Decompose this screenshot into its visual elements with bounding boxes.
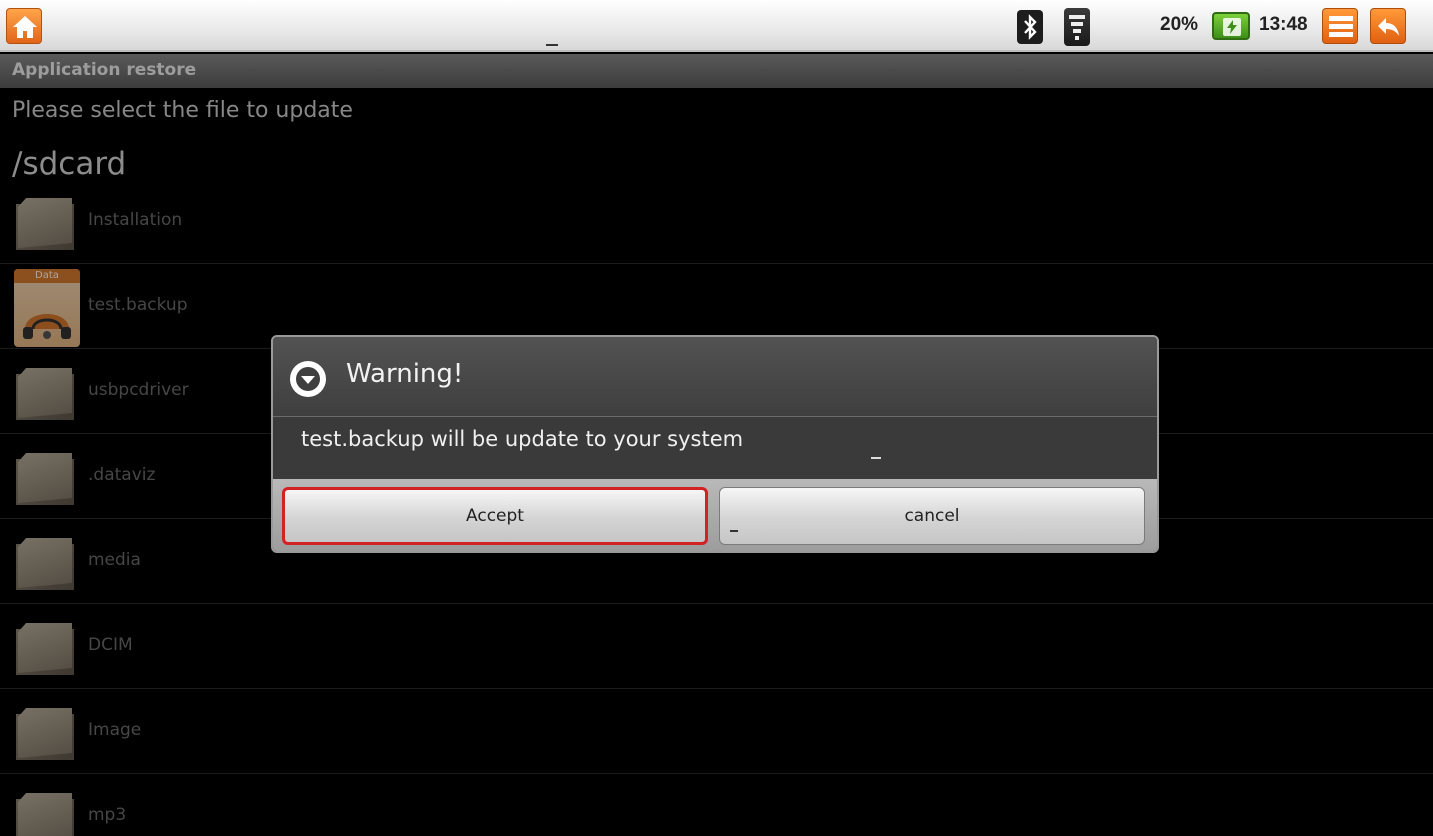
home-icon[interactable] <box>6 8 42 44</box>
wifi-icon <box>1064 8 1090 46</box>
message-dash <box>871 457 881 459</box>
dialog-message: test.backup will be update to your syste… <box>301 427 744 451</box>
app-title: Application restore <box>12 60 197 80</box>
battery-percent: 20% <box>1160 14 1199 35</box>
cancel-label: cancel <box>904 506 960 526</box>
accept-button[interactable]: Accept <box>282 487 708 545</box>
dialog-title: Warning! <box>346 359 464 389</box>
back-icon[interactable] <box>1370 8 1406 44</box>
cancel-button[interactable]: cancel <box>719 487 1145 545</box>
dialog-button-bar: Accept cancel <box>273 479 1157 551</box>
dialog-header: Warning! <box>273 337 1157 417</box>
status-bar: 20% 13:48 <box>0 0 1433 52</box>
app-title-bar: Application restore <box>0 54 1433 88</box>
clock: 13:48 <box>1259 14 1308 35</box>
status-dash <box>546 44 558 46</box>
cancel-dash <box>730 530 738 532</box>
menu-icon[interactable] <box>1322 8 1358 44</box>
bluetooth-icon <box>1017 10 1043 44</box>
battery-charging-icon <box>1212 12 1250 40</box>
warning-dialog: Warning! test.backup will be update to y… <box>271 335 1159 553</box>
warning-icon <box>290 361 326 397</box>
